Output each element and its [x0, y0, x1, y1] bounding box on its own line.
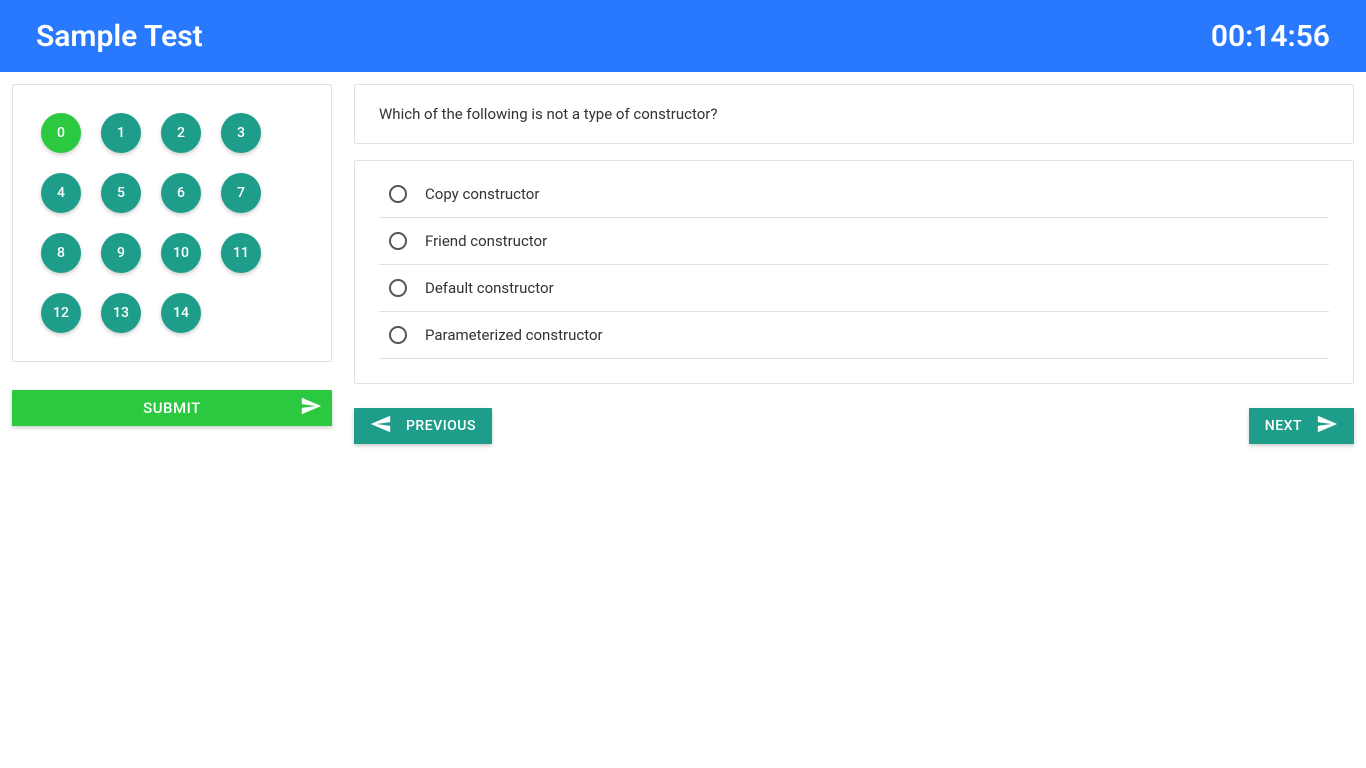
- sidebar: 01234567891011121314 SUBMIT: [12, 84, 332, 444]
- question-nav-9[interactable]: 9: [101, 233, 141, 273]
- question-nav-grid: 01234567891011121314: [41, 113, 319, 333]
- radio-unchecked-icon: [389, 279, 407, 297]
- radio-unchecked-icon: [389, 326, 407, 344]
- content-area: 01234567891011121314 SUBMIT Which of the…: [0, 72, 1366, 456]
- question-nav-4[interactable]: 4: [41, 173, 81, 213]
- options-card: Copy constructor Friend constructor Defaul…: [354, 160, 1354, 384]
- app-header: Sample Test 00:14:56: [0, 0, 1366, 72]
- option-label: Copy constructor: [425, 185, 539, 203]
- next-button[interactable]: NEXT: [1249, 408, 1354, 444]
- question-nav-12[interactable]: 12: [41, 293, 81, 333]
- question-nav-card: 01234567891011121314: [12, 84, 332, 362]
- page-title: Sample Test: [36, 19, 203, 54]
- question-nav-8[interactable]: 8: [41, 233, 81, 273]
- send-icon: [300, 395, 322, 421]
- radio-unchecked-icon: [389, 232, 407, 250]
- option-label: Friend constructor: [425, 232, 547, 250]
- question-nav-14[interactable]: 14: [161, 293, 201, 333]
- submit-button[interactable]: SUBMIT: [12, 390, 332, 426]
- question-nav-1[interactable]: 1: [101, 113, 141, 153]
- question-nav-2[interactable]: 2: [161, 113, 201, 153]
- question-nav-6[interactable]: 6: [161, 173, 201, 213]
- radio-unchecked-icon: [389, 185, 407, 203]
- option-row[interactable]: Parameterized constructor: [379, 312, 1329, 359]
- question-nav-10[interactable]: 10: [161, 233, 201, 273]
- question-nav-11[interactable]: 11: [221, 233, 261, 273]
- question-nav-3[interactable]: 3: [221, 113, 261, 153]
- question-text: Which of the following is not a type of …: [379, 105, 1329, 123]
- main-panel: Which of the following is not a type of …: [354, 84, 1354, 444]
- option-row[interactable]: Default constructor: [379, 265, 1329, 312]
- question-nav-13[interactable]: 13: [101, 293, 141, 333]
- option-label: Parameterized constructor: [425, 326, 603, 344]
- send-icon: [1316, 413, 1338, 439]
- submit-button-label: SUBMIT: [143, 399, 201, 417]
- option-label: Default constructor: [425, 279, 554, 297]
- option-row[interactable]: Friend constructor: [379, 218, 1329, 265]
- question-nav-0[interactable]: 0: [41, 113, 81, 153]
- next-button-label: NEXT: [1265, 418, 1302, 434]
- countdown-timer: 00:14:56: [1211, 19, 1330, 54]
- question-nav-7[interactable]: 7: [221, 173, 261, 213]
- question-card: Which of the following is not a type of …: [354, 84, 1354, 144]
- option-row[interactable]: Copy constructor: [379, 171, 1329, 218]
- question-nav-5[interactable]: 5: [101, 173, 141, 213]
- previous-button[interactable]: PREVIOUS: [354, 408, 492, 444]
- send-left-icon: [370, 413, 392, 439]
- previous-button-label: PREVIOUS: [406, 418, 476, 434]
- nav-buttons: PREVIOUS NEXT: [354, 408, 1354, 444]
